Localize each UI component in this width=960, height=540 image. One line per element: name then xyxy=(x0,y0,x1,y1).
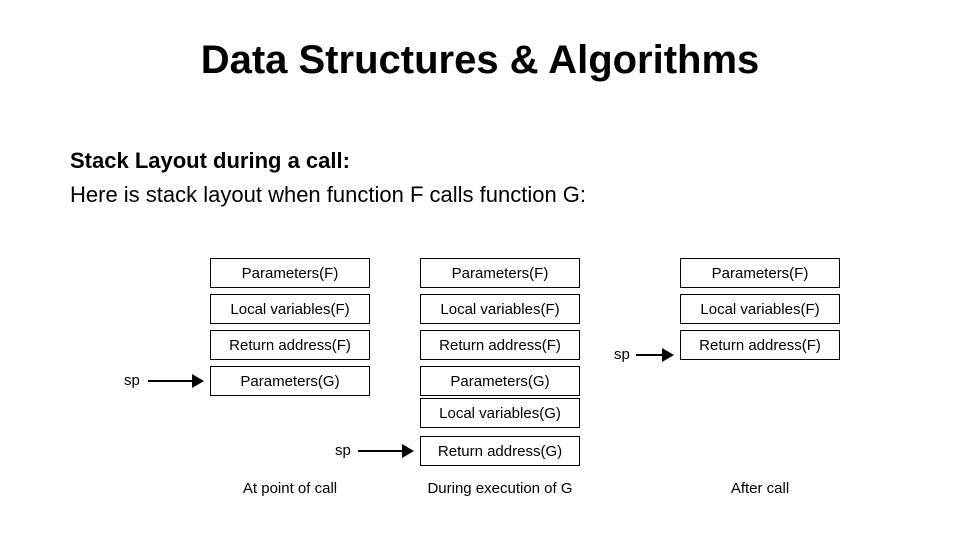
col2-locals-g: Local variables(G) xyxy=(420,398,580,428)
slide-description: Here is stack layout when function F cal… xyxy=(70,182,586,208)
col1-ret-f: Return address(F) xyxy=(210,330,370,360)
col3-ret-f: Return address(F) xyxy=(680,330,840,360)
slide-subtitle: Stack Layout during a call: xyxy=(70,148,350,174)
col1-params-g: Parameters(G) xyxy=(210,366,370,396)
caption-col3: After call xyxy=(670,480,850,497)
col2-locals-f: Local variables(F) xyxy=(420,294,580,324)
sp-label-col1: sp xyxy=(124,372,140,389)
col2-params-g: Parameters(G) xyxy=(420,366,580,396)
sp-label-col2: sp xyxy=(335,442,351,459)
caption-col1: At point of call xyxy=(200,480,380,497)
col2-ret-g: Return address(G) xyxy=(420,436,580,466)
col1-locals-f: Local variables(F) xyxy=(210,294,370,324)
col3-locals-f: Local variables(F) xyxy=(680,294,840,324)
sp-label-col3: sp xyxy=(614,346,630,363)
col2-params-f: Parameters(F) xyxy=(420,258,580,288)
slide-title: Data Structures & Algorithms xyxy=(0,38,960,83)
slide: Data Structures & Algorithms Stack Layou… xyxy=(0,0,960,540)
arrow-sp-col3 xyxy=(636,347,674,348)
col2-ret-f: Return address(F) xyxy=(420,330,580,360)
col3-params-f: Parameters(F) xyxy=(680,258,840,288)
arrow-sp-col1 xyxy=(148,373,204,374)
col1-params-f: Parameters(F) xyxy=(210,258,370,288)
caption-col2: During execution of G xyxy=(410,480,590,497)
arrow-sp-col2 xyxy=(358,443,414,444)
